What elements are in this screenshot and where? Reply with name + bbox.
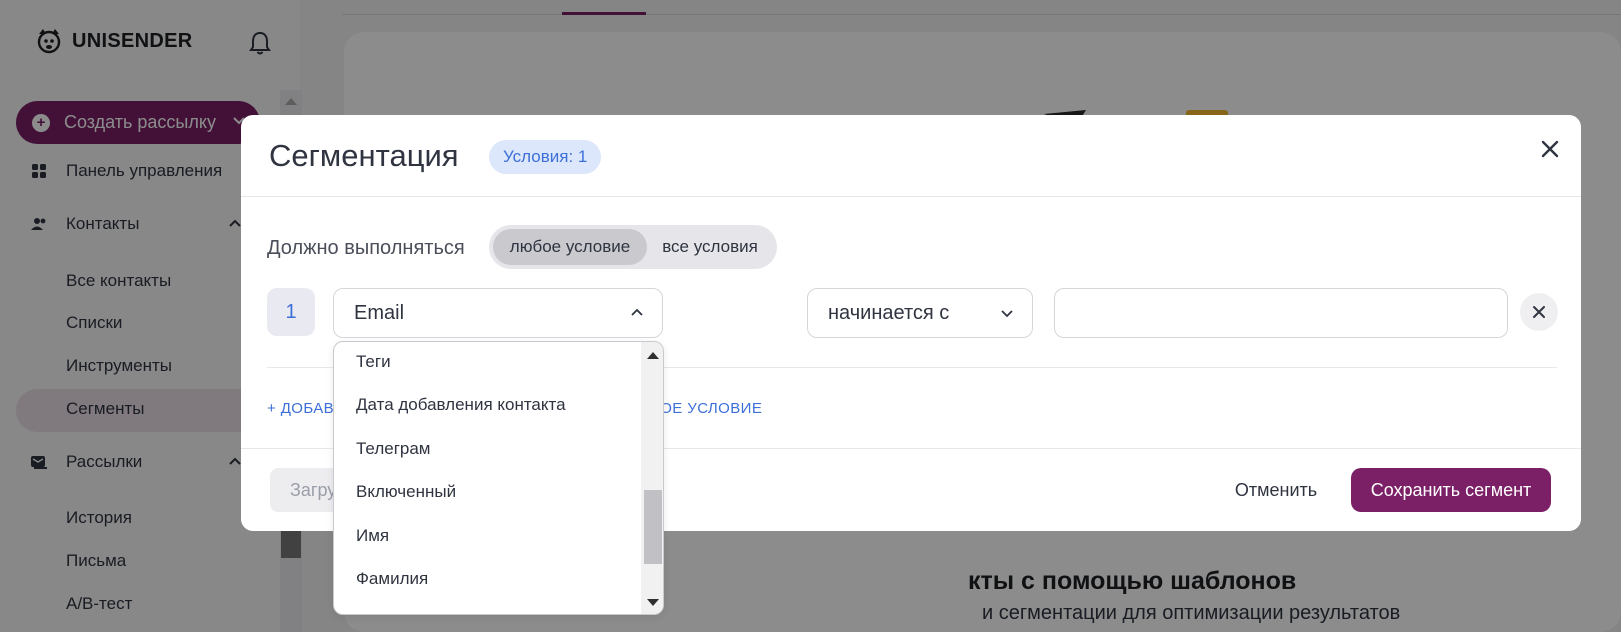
scrollbar-thumb[interactable] (644, 490, 662, 564)
dropdown-option-last-name[interactable]: Фамилия (356, 569, 428, 589)
scroll-up-arrow-icon[interactable] (647, 352, 659, 359)
field-dropdown-list: Теги Дата добавления контакта Телеграм В… (333, 341, 664, 615)
operator-select-value: начинается с (828, 302, 950, 324)
match-mode-toggle: любое условие все условия (489, 225, 777, 269)
close-icon[interactable] (1536, 135, 1564, 163)
chevron-down-icon (1001, 310, 1013, 318)
conditions-count-badge: Условия: 1 (489, 140, 602, 174)
dropdown-scrollbar[interactable] (641, 342, 663, 614)
must-match-label: Должно выполняться (267, 237, 465, 259)
save-segment-button[interactable]: Сохранить сегмент (1351, 468, 1551, 512)
dropdown-option-tags[interactable]: Теги (356, 352, 391, 372)
dropdown-option-date-added[interactable]: Дата добавления контакта (356, 395, 566, 415)
operator-select[interactable]: начинается с (807, 288, 1033, 338)
field-select-value: Email (354, 302, 405, 324)
close-icon (1533, 306, 1545, 318)
dropdown-option-telegram[interactable]: Телеграм (356, 439, 431, 459)
scroll-down-arrow-icon[interactable] (647, 599, 659, 606)
toggle-any-condition[interactable]: любое условие (493, 229, 647, 265)
modal-header: Сегментация Условия: 1 (241, 115, 1581, 197)
cancel-button[interactable]: Отменить (1201, 468, 1351, 512)
condition-index: 1 (267, 288, 315, 336)
dropdown-option-enabled[interactable]: Включенный (356, 482, 456, 502)
toggle-all-conditions[interactable]: все условия (647, 229, 773, 265)
remove-condition-button[interactable] (1520, 293, 1558, 331)
dropdown-option-first-name[interactable]: Имя (356, 526, 389, 546)
add-nested-condition-link[interactable]: НОЕ УСЛОВИЕ (649, 400, 762, 417)
chevron-up-icon (631, 308, 643, 316)
field-select[interactable]: Email (333, 288, 663, 338)
condition-value-input[interactable] (1054, 288, 1508, 338)
add-condition-link[interactable]: + ДОБАВ (267, 400, 334, 417)
modal-title: Сегментация (269, 138, 459, 173)
